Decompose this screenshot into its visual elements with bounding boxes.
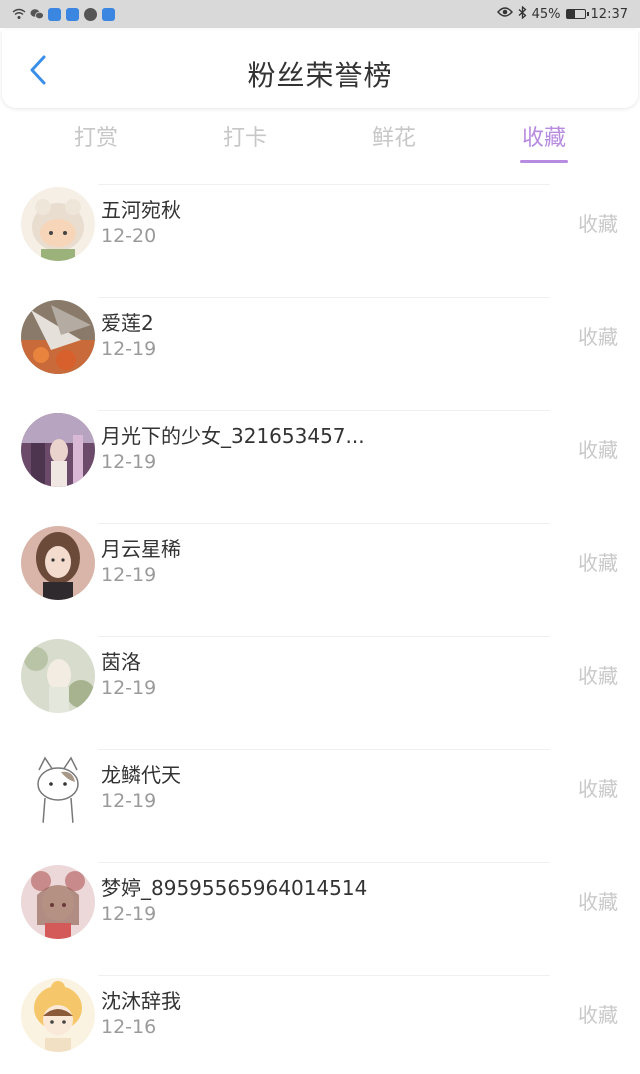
app-icon xyxy=(66,7,79,21)
avatar xyxy=(21,752,95,826)
avatar xyxy=(21,187,95,261)
wifi-icon xyxy=(12,8,26,21)
fan-name: 月云星稀 xyxy=(101,537,181,561)
fan-action-label: 收藏 xyxy=(578,325,618,349)
avatar xyxy=(21,865,95,939)
fan-name: 五河宛秋 xyxy=(101,198,181,222)
fan-date: 12-20 xyxy=(101,225,157,247)
fan-date: 12-16 xyxy=(101,1016,157,1038)
list-item[interactable]: 茵洛 12-19 收藏 xyxy=(0,622,640,735)
fan-action-label: 收藏 xyxy=(578,890,618,914)
fan-action-label: 收藏 xyxy=(578,551,618,575)
avatar xyxy=(21,300,95,374)
tab-bar: 打赏 打卡 鲜花 收藏 xyxy=(0,112,640,168)
page-title: 粉丝荣誉榜 xyxy=(247,59,393,92)
tab-favorites[interactable]: 收藏 xyxy=(522,120,566,152)
fan-name: 沈沐辞我 xyxy=(101,989,181,1013)
fan-name: 梦婷_89595565964014514 xyxy=(101,876,368,900)
tab-checkin[interactable]: 打卡 xyxy=(223,120,267,152)
avatar-icon xyxy=(84,7,97,21)
eye-icon xyxy=(496,6,513,22)
avatar xyxy=(21,978,95,1052)
fan-action-label: 收藏 xyxy=(578,777,618,801)
list-item[interactable]: 月云星稀 12-19 收藏 xyxy=(0,509,640,622)
fan-action-label: 收藏 xyxy=(578,212,618,236)
avatar xyxy=(21,413,95,487)
list-item[interactable]: 龙鳞代天 12-19 收藏 xyxy=(0,735,640,848)
fan-name: 茵洛 xyxy=(101,650,141,674)
status-bar: 45% 12:37 xyxy=(0,0,640,28)
status-left-icons xyxy=(12,7,115,21)
active-tab-indicator xyxy=(520,160,568,163)
fan-date: 12-19 xyxy=(101,451,157,473)
avatar xyxy=(21,639,95,713)
list-item[interactable]: 梦婷_89595565964014514 12-19 收藏 xyxy=(0,848,640,961)
battery-percent: 45% xyxy=(531,6,561,22)
fan-action-label: 收藏 xyxy=(578,664,618,688)
fan-date: 12-19 xyxy=(101,677,157,699)
fan-list: 五河宛秋 12-20 收藏 爱莲2 12-19 收藏 月光下的少女_321653… xyxy=(0,170,640,1074)
header: 粉丝荣誉榜 xyxy=(2,30,638,108)
fan-action-label: 收藏 xyxy=(578,438,618,462)
status-right: 45% 12:37 xyxy=(496,5,628,23)
list-item[interactable]: 五河宛秋 12-20 收藏 xyxy=(0,170,640,283)
fan-action-label: 收藏 xyxy=(578,1003,618,1027)
search-icon xyxy=(102,7,115,21)
list-item[interactable]: 月光下的少女_321653457... 12-19 收藏 xyxy=(0,396,640,509)
list-item[interactable]: 沈沐辞我 12-16 收藏 xyxy=(0,961,640,1074)
clock: 12:37 xyxy=(590,6,628,22)
list-item[interactable]: 爱莲2 12-19 收藏 xyxy=(0,283,640,396)
bluetooth-icon xyxy=(518,5,527,23)
avatar xyxy=(21,526,95,600)
fan-name: 月光下的少女_321653457... xyxy=(101,424,365,448)
fan-date: 12-19 xyxy=(101,903,157,925)
fan-date: 12-19 xyxy=(101,564,157,586)
fan-name: 爱莲2 xyxy=(101,311,154,335)
wechat-icon xyxy=(30,8,44,21)
fan-date: 12-19 xyxy=(101,790,157,812)
fan-name: 龙鳞代天 xyxy=(101,763,181,787)
tab-reward[interactable]: 打赏 xyxy=(74,120,118,152)
fan-date: 12-19 xyxy=(101,338,157,360)
battery-icon xyxy=(565,9,589,19)
app-icon xyxy=(48,7,61,21)
tab-flowers[interactable]: 鲜花 xyxy=(372,120,416,152)
